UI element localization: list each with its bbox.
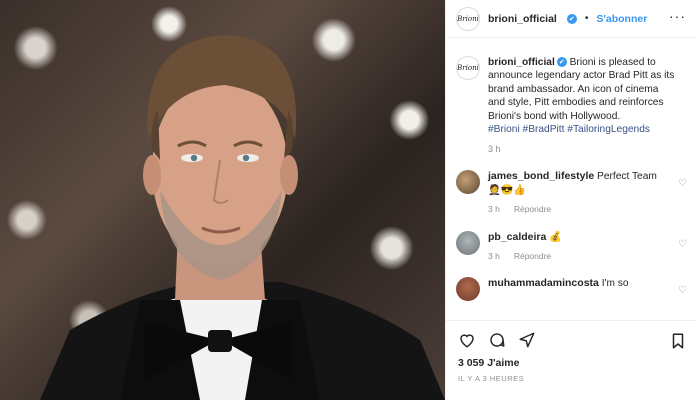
comment-time: 3 h [488, 204, 500, 215]
comment-time: 3 h [488, 251, 500, 262]
post-caption: Brioni brioni_official ✔ Brioni is please… [446, 38, 696, 136]
comment-body: james_bond_lifestyle Perfect Team 🤵😎👍 3 … [488, 170, 668, 216]
account-avatar[interactable]: Brioni [456, 6, 480, 31]
commenter-avatar[interactable] [456, 277, 480, 302]
comment-username[interactable]: pb_caldeira [488, 231, 546, 243]
caption-text: brioni_official ✔ Brioni is pleased to an… [488, 56, 678, 136]
comment-item: pb_caldeira 💰 3 h Répondre ♡ [446, 230, 696, 264]
comments-area[interactable]: Brioni brioni_official ✔ Brioni is please… [446, 38, 696, 320]
comment-body: muhammadamincosta I'm so [488, 277, 668, 301]
comment-icon[interactable] [488, 331, 506, 349]
comment-body: pb_caldeira 💰 3 h Répondre [488, 231, 668, 264]
likes-count[interactable]: 3 059 J'aime [446, 349, 696, 369]
comment-like-heart-icon[interactable]: ♡ [678, 285, 687, 296]
commenter-avatar[interactable] [456, 170, 480, 195]
post-header: Brioni brioni_official ✔ • S'abonner ··· [446, 0, 696, 38]
caption-time: 3 h [488, 144, 501, 155]
caption-verified-icon: ✔ [556, 57, 567, 68]
comment-item: muhammadamincosta I'm so ♡ [446, 277, 696, 302]
reply-button[interactable]: Répondre [514, 204, 551, 214]
account-username[interactable]: brioni_official [488, 13, 557, 25]
comment-username[interactable]: james_bond_lifestyle [488, 170, 594, 182]
post-timestamp: IL Y A 3 HEURES [458, 374, 525, 383]
bookmark-icon[interactable] [669, 332, 687, 350]
comment-like-heart-icon[interactable]: ♡ [678, 239, 687, 250]
comment-like-heart-icon[interactable]: ♡ [678, 178, 687, 189]
commenter-avatar[interactable] [456, 230, 480, 255]
follow-button[interactable]: S'abonner [596, 13, 647, 25]
reply-button[interactable]: Répondre [514, 251, 551, 261]
post-photo [0, 0, 445, 400]
comment-username[interactable]: muhammadamincosta [488, 277, 599, 289]
caption-avatar[interactable]: Brioni [456, 56, 480, 80]
caption-username[interactable]: brioni_official [488, 57, 555, 68]
post-sidebar: Brioni brioni_official ✔ • S'abonner ···… [445, 0, 696, 401]
caption-hashtags[interactable]: #Brioni #BradPitt #TailoringLegends [488, 124, 650, 135]
portrait-illustration [40, 35, 445, 400]
comment-text: I'm so [598, 278, 629, 290]
comment-text: 💰 [546, 231, 562, 243]
post-actions: 3 059 J'aime IL Y A 3 HEURES [446, 320, 696, 401]
verified-badge-icon: ✔ [566, 13, 577, 24]
share-icon[interactable] [518, 331, 536, 349]
separator-dot: • [584, 13, 589, 24]
more-options-icon[interactable]: ··· [669, 9, 686, 23]
heart-icon[interactable] [458, 331, 476, 349]
comment-meta: 3 h Répondre [488, 203, 668, 216]
comment-meta: 3 h Répondre [488, 250, 668, 263]
action-icons [446, 321, 696, 349]
comment-item: james_bond_lifestyle Perfect Team 🤵😎👍 3 … [446, 170, 696, 216]
